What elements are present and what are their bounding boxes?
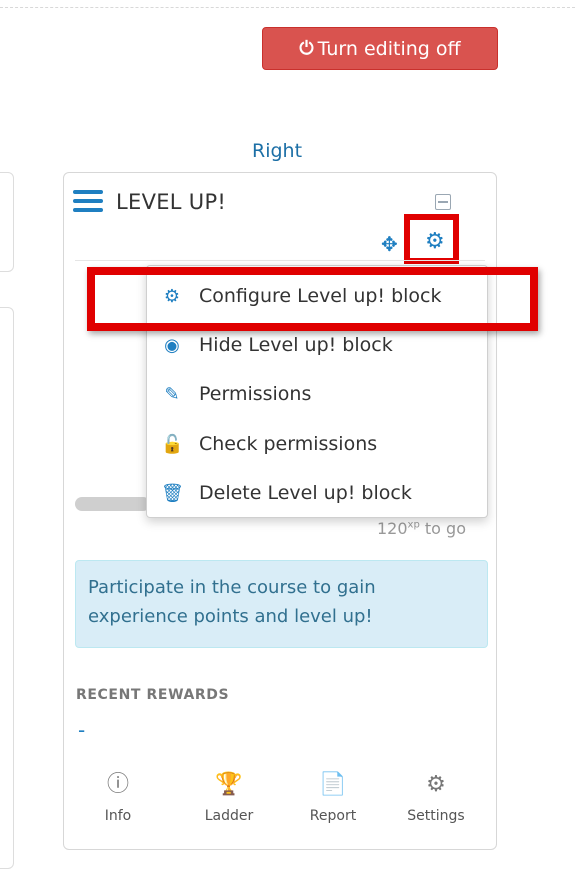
settings-icon: ⚙ [426, 772, 446, 797]
collapse-icon[interactable] [435, 194, 451, 210]
recent-rewards-heading: RECENT REWARDS [76, 687, 230, 703]
power-icon: ⏻ [299, 38, 314, 59]
nav-settings[interactable]: ⚙ Settings [396, 772, 476, 824]
highlight-box-gear [404, 214, 459, 264]
menu-item-label: Hide Level up! block [199, 334, 393, 356]
info-message: Participate in the course to gain experi… [75, 560, 488, 648]
highlight-box-configure [87, 267, 538, 331]
eye-icon: ◉ [164, 334, 180, 356]
edit-icon: ✎ [164, 383, 180, 405]
move-icon[interactable]: ✥ [381, 234, 398, 254]
nav-report[interactable]: 📄 Report [293, 772, 373, 824]
nav-label: Info [104, 808, 132, 824]
trophy-icon: 🏆 [215, 772, 243, 797]
report-icon: 📄 [319, 772, 347, 797]
menu-item-delete[interactable]: 🗑 Delete Level up! block [147, 471, 487, 515]
progress-bar [75, 497, 150, 511]
menu-item-permissions[interactable]: ✎ Permissions [147, 372, 487, 416]
nav-ladder[interactable]: 🏆 Ladder [189, 772, 269, 824]
recent-rewards-value: - [78, 718, 86, 742]
menu-item-label: Check permissions [199, 433, 378, 455]
turn-editing-off-button[interactable]: ⏻ Turn editing off [262, 27, 498, 70]
top-divider [0, 7, 575, 8]
left-block-edge [0, 172, 14, 272]
nav-label: Ladder [204, 808, 254, 824]
menu-item-label: Permissions [199, 383, 312, 405]
info-icon: ⓘ [106, 772, 129, 797]
menu-item-label: Delete Level up! block [199, 482, 412, 504]
hamburger-icon[interactable] [73, 190, 103, 214]
progress-text: 120xp to go [377, 519, 466, 538]
nav-label: Report [309, 808, 357, 824]
menu-item-check-permissions[interactable]: 🔓 Check permissions [147, 422, 487, 466]
unlock-icon: 🔓 [161, 433, 184, 455]
block-header-divider [75, 260, 485, 261]
block-title: LEVEL UP! [116, 190, 227, 214]
trash-icon: 🗑 [161, 482, 184, 504]
nav-label: Settings [407, 808, 465, 824]
left-block-edge [0, 307, 14, 869]
region-label: Right [252, 140, 303, 162]
edit-button-label: Turn editing off [317, 37, 461, 60]
nav-info[interactable]: ⓘ Info [78, 772, 158, 824]
